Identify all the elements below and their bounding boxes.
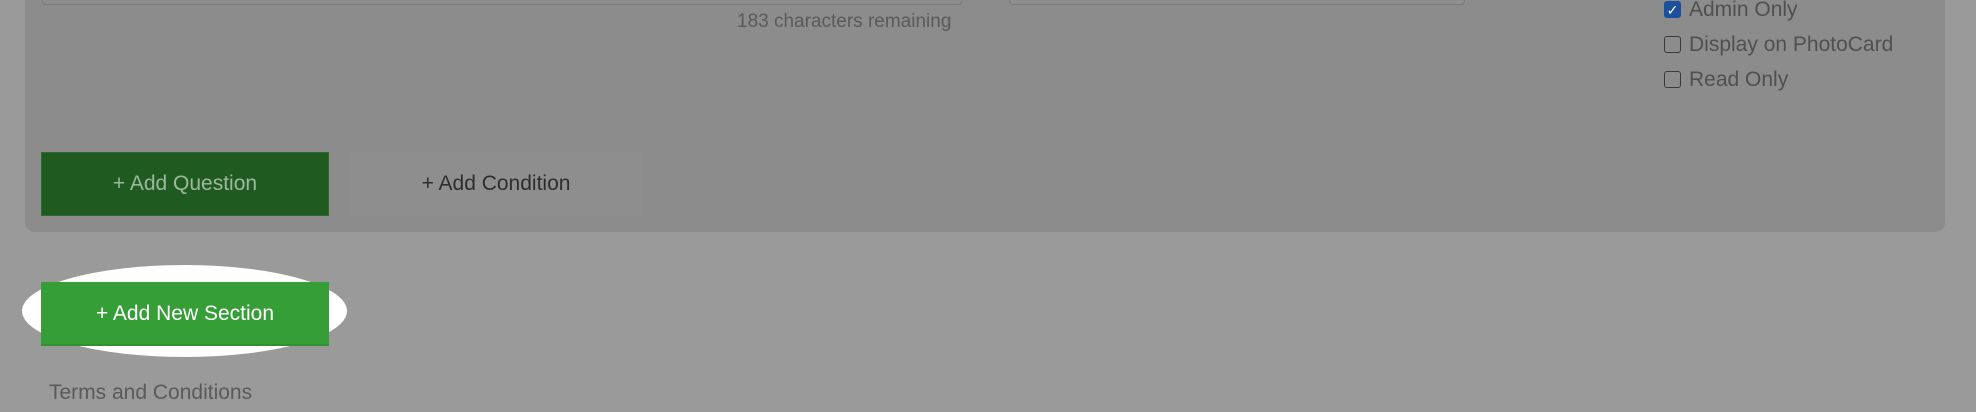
question-type-select[interactable] [1009,0,1465,5]
checkbox-checked-icon[interactable]: ✓ [1664,1,1681,18]
chars-remaining-text: 183 characters remaining [737,11,952,32]
question-card: 183 characters remaining ✓ Admin Only Di… [25,0,1945,232]
add-condition-button[interactable]: + Add Condition [351,152,641,216]
checkbox-icon[interactable] [1664,36,1681,53]
question-options: ✓ Admin Only Display on PhotoCard Read O… [1664,0,1893,97]
option-admin-only[interactable]: ✓ Admin Only [1664,0,1893,27]
option-label: Admin Only [1689,0,1798,21]
checkbox-icon[interactable] [1664,71,1681,88]
option-read-only[interactable]: Read Only [1664,62,1893,97]
option-label: Display on PhotoCard [1689,32,1894,56]
terms-and-conditions-link[interactable]: Terms and Conditions [49,381,252,405]
add-new-section-button[interactable]: + Add New Section [41,282,329,346]
question-text-area[interactable] [42,0,962,5]
option-display-on-photocard[interactable]: Display on PhotoCard [1664,27,1893,62]
add-question-button[interactable]: + Add Question [41,152,329,216]
option-label: Read Only [1689,67,1789,91]
